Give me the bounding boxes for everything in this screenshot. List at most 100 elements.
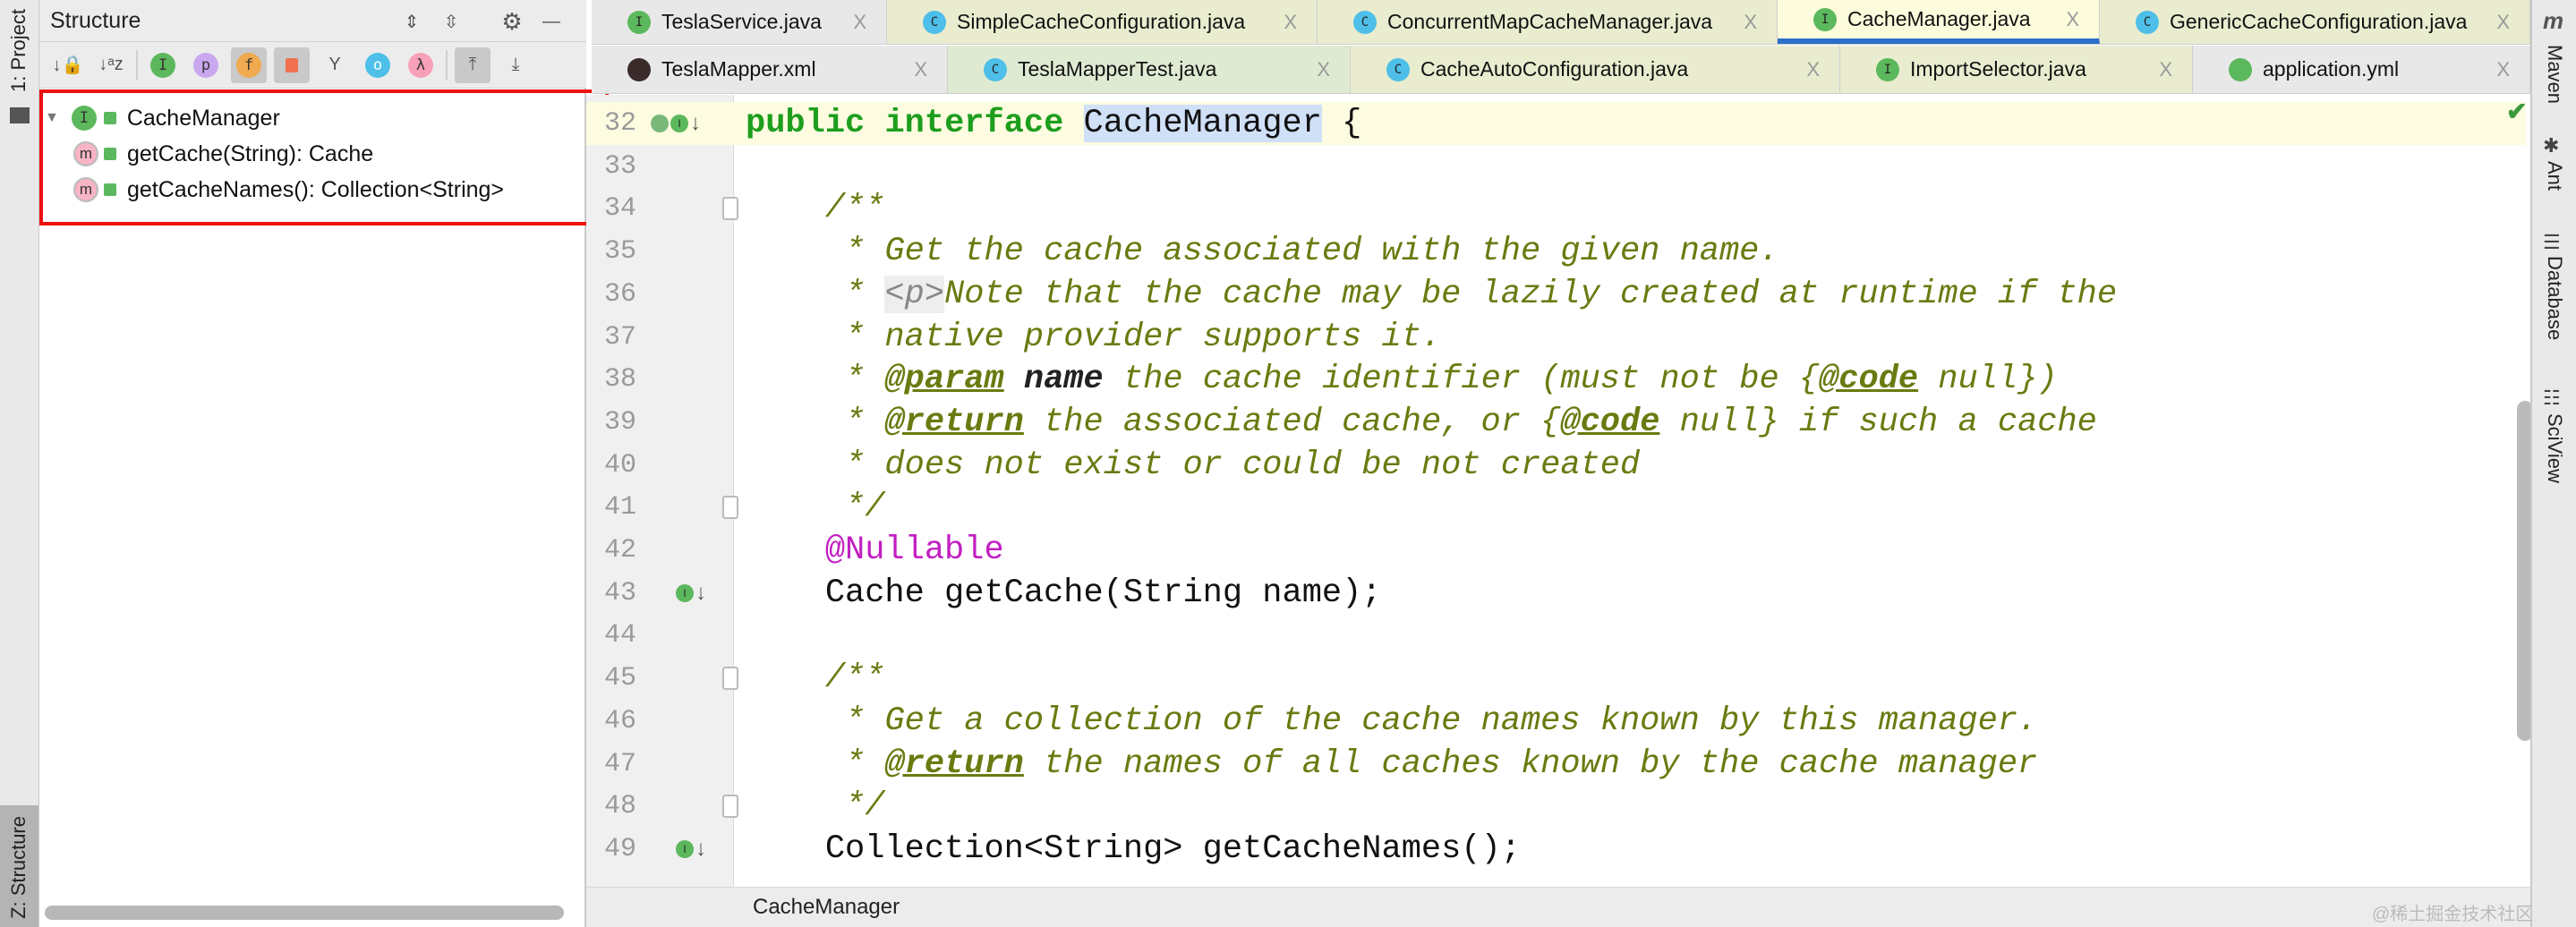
close-tab-icon[interactable]: X xyxy=(2066,8,2079,31)
close-tab-icon[interactable]: X xyxy=(853,11,866,34)
fold-marker-icon[interactable] xyxy=(722,197,738,221)
class-file-icon: C xyxy=(1353,10,1377,34)
editor-tab[interactable]: I CacheManager.java X xyxy=(1778,0,2100,44)
divider xyxy=(136,49,138,81)
sort-alphabetically-icon[interactable]: ↓ᵃz xyxy=(93,47,129,83)
maven-icon: m xyxy=(2543,7,2564,34)
implemented-marker-icon[interactable]: I ↓ xyxy=(676,581,706,606)
tab-label: ImportSelector.java xyxy=(1910,57,2086,81)
close-tab-icon[interactable]: X xyxy=(1744,11,1757,34)
gear-icon[interactable]: ⚙ xyxy=(494,4,530,39)
line-number: 41 xyxy=(603,492,636,523)
code-token: * native provider supports it. xyxy=(746,318,1442,356)
code-line: 38 * @param name the cache identifier (m… xyxy=(586,358,2526,401)
autoscroll-to-source-icon[interactable]: ⤒ xyxy=(455,47,490,83)
editor-tab[interactable]: C ConcurrentMapCacheManager.java X xyxy=(1318,0,1778,44)
line-number: 45 xyxy=(603,663,636,694)
fold-marker-icon[interactable] xyxy=(722,496,738,520)
code-token: the names of all caches known by the cac… xyxy=(1023,744,2038,783)
maven-tool-button[interactable]: Maven xyxy=(2543,45,2566,104)
horizontal-scrollbar[interactable] xyxy=(45,906,564,920)
lambda-icon[interactable]: λ xyxy=(403,47,439,83)
autoscroll-from-source-icon[interactable]: ⤓ xyxy=(498,47,533,83)
code-text: public interface CacheManager { xyxy=(746,105,1361,142)
expand-all-icon[interactable]: ⇕ xyxy=(394,4,430,39)
code-token: interface xyxy=(884,105,1064,142)
show-lambdas-icon[interactable]: o xyxy=(360,47,396,83)
collapse-all-icon[interactable]: ⇳ xyxy=(433,4,469,39)
code-line: 32 public interface CacheManager {I ↓ xyxy=(586,102,2526,145)
editor-tab[interactable]: C SimpleCacheConfiguration.java X xyxy=(887,0,1318,44)
code-text: /** xyxy=(746,190,885,228)
line-number: 34 xyxy=(603,193,636,225)
tab-label: GenericCacheConfiguration.java xyxy=(2170,10,2468,33)
show-inherited-icon[interactable]: I xyxy=(145,47,181,83)
structure-tool-button[interactable]: Z: Structure xyxy=(0,805,38,927)
close-tab-icon[interactable]: X xyxy=(2496,58,2510,81)
line-number: 47 xyxy=(603,748,636,779)
implemented-marker-icon[interactable]: I ↓ xyxy=(651,111,701,136)
code-line: 48 */ xyxy=(586,785,2526,828)
panel-title: Structure xyxy=(50,8,141,33)
breadcrumb-item[interactable]: CacheManager xyxy=(753,895,900,920)
tab-label: TeslaService.java xyxy=(661,10,822,33)
editor-tab[interactable]: I ImportSelector.java X xyxy=(1840,46,2193,93)
code-line: 46 * Get a collection of the cache names… xyxy=(586,700,2526,743)
line-number: 49 xyxy=(603,833,636,864)
show-fields-icon[interactable]: f xyxy=(231,47,267,83)
close-tab-icon[interactable]: X xyxy=(2159,58,2172,81)
close-tab-icon[interactable]: X xyxy=(1806,58,1820,81)
code-text: * @return the associated cache, or {@cod… xyxy=(746,404,2097,441)
code-text: Collection<String> getCacheNames(); xyxy=(746,830,1521,868)
editor-tab[interactable]: I TeslaService.java X xyxy=(592,0,887,44)
line-number: 44 xyxy=(603,620,636,651)
code-token: @code xyxy=(1819,361,1919,399)
code-token: * xyxy=(746,403,885,441)
close-tab-icon[interactable]: X xyxy=(914,58,927,81)
interface-file-icon: I xyxy=(1876,57,1899,81)
folder-icon xyxy=(10,107,30,123)
line-number: 33 xyxy=(603,150,636,182)
code-token: */ xyxy=(746,787,885,826)
code-token: /** xyxy=(746,190,885,228)
ant-tool-button[interactable]: Ant xyxy=(2543,161,2566,191)
fold-marker-icon[interactable] xyxy=(722,667,738,691)
editor-tabs-row-1: I TeslaService.java X C SimpleCacheConfigura… xyxy=(592,0,2530,45)
class-file-icon: C xyxy=(923,10,946,34)
editor-tab[interactable]: application.yml X xyxy=(2193,46,2530,93)
code-token: @param xyxy=(884,361,1004,399)
editor-tab[interactable]: C GenericCacheConfiguration.java X xyxy=(2100,0,2530,44)
tab-label: application.yml xyxy=(2263,57,2400,81)
structure-tool-label: Z: Structure xyxy=(7,816,30,919)
sort-by-visibility-icon[interactable]: ↓🔒 xyxy=(50,47,86,83)
code-line: 47 * @return the names of all caches kno… xyxy=(586,743,2526,786)
show-properties-icon[interactable]: p xyxy=(188,47,224,83)
minimize-icon[interactable]: — xyxy=(533,4,569,39)
line-number: 35 xyxy=(603,236,636,268)
close-tab-icon[interactable]: X xyxy=(1284,11,1297,34)
database-tool-button[interactable]: Database xyxy=(2543,256,2566,340)
show-anonymous-icon[interactable]: Y xyxy=(317,47,353,83)
code-token: the associated cache, or { xyxy=(1023,403,1561,441)
class-file-icon: C xyxy=(1386,57,1410,81)
show-non-public-icon[interactable] xyxy=(274,47,310,83)
editor-tab[interactable]: TeslaMapper.xml X xyxy=(592,46,948,93)
code-token: @code xyxy=(1560,403,1660,441)
sciview-tool-button[interactable]: SciView xyxy=(2543,413,2566,483)
line-number: 43 xyxy=(603,577,636,608)
fold-marker-icon[interactable] xyxy=(722,795,738,819)
project-tool-button[interactable]: 1: Project xyxy=(7,9,30,92)
code-line: 42 @Nullable xyxy=(586,529,2526,572)
code-token: * xyxy=(746,361,885,399)
code-text: * <p>Note that the cache may be lazily c… xyxy=(746,275,2117,313)
watermark: @稀土掘金技术社区 xyxy=(2372,905,2534,924)
code-editor[interactable]: 32 public interface CacheManager {I ↓ 33 34 … xyxy=(586,95,2526,887)
close-tab-icon[interactable]: X xyxy=(2496,11,2510,34)
editor-tab[interactable]: C CacheAutoConfiguration.java X xyxy=(1351,46,1840,93)
xml-file-icon xyxy=(627,57,651,81)
close-tab-icon[interactable]: X xyxy=(1317,58,1330,81)
implemented-marker-icon[interactable]: I ↓ xyxy=(676,837,706,862)
editor-tab[interactable]: C TeslaMapperTest.java X xyxy=(948,46,1351,93)
code-text: * native provider supports it. xyxy=(746,319,1441,356)
